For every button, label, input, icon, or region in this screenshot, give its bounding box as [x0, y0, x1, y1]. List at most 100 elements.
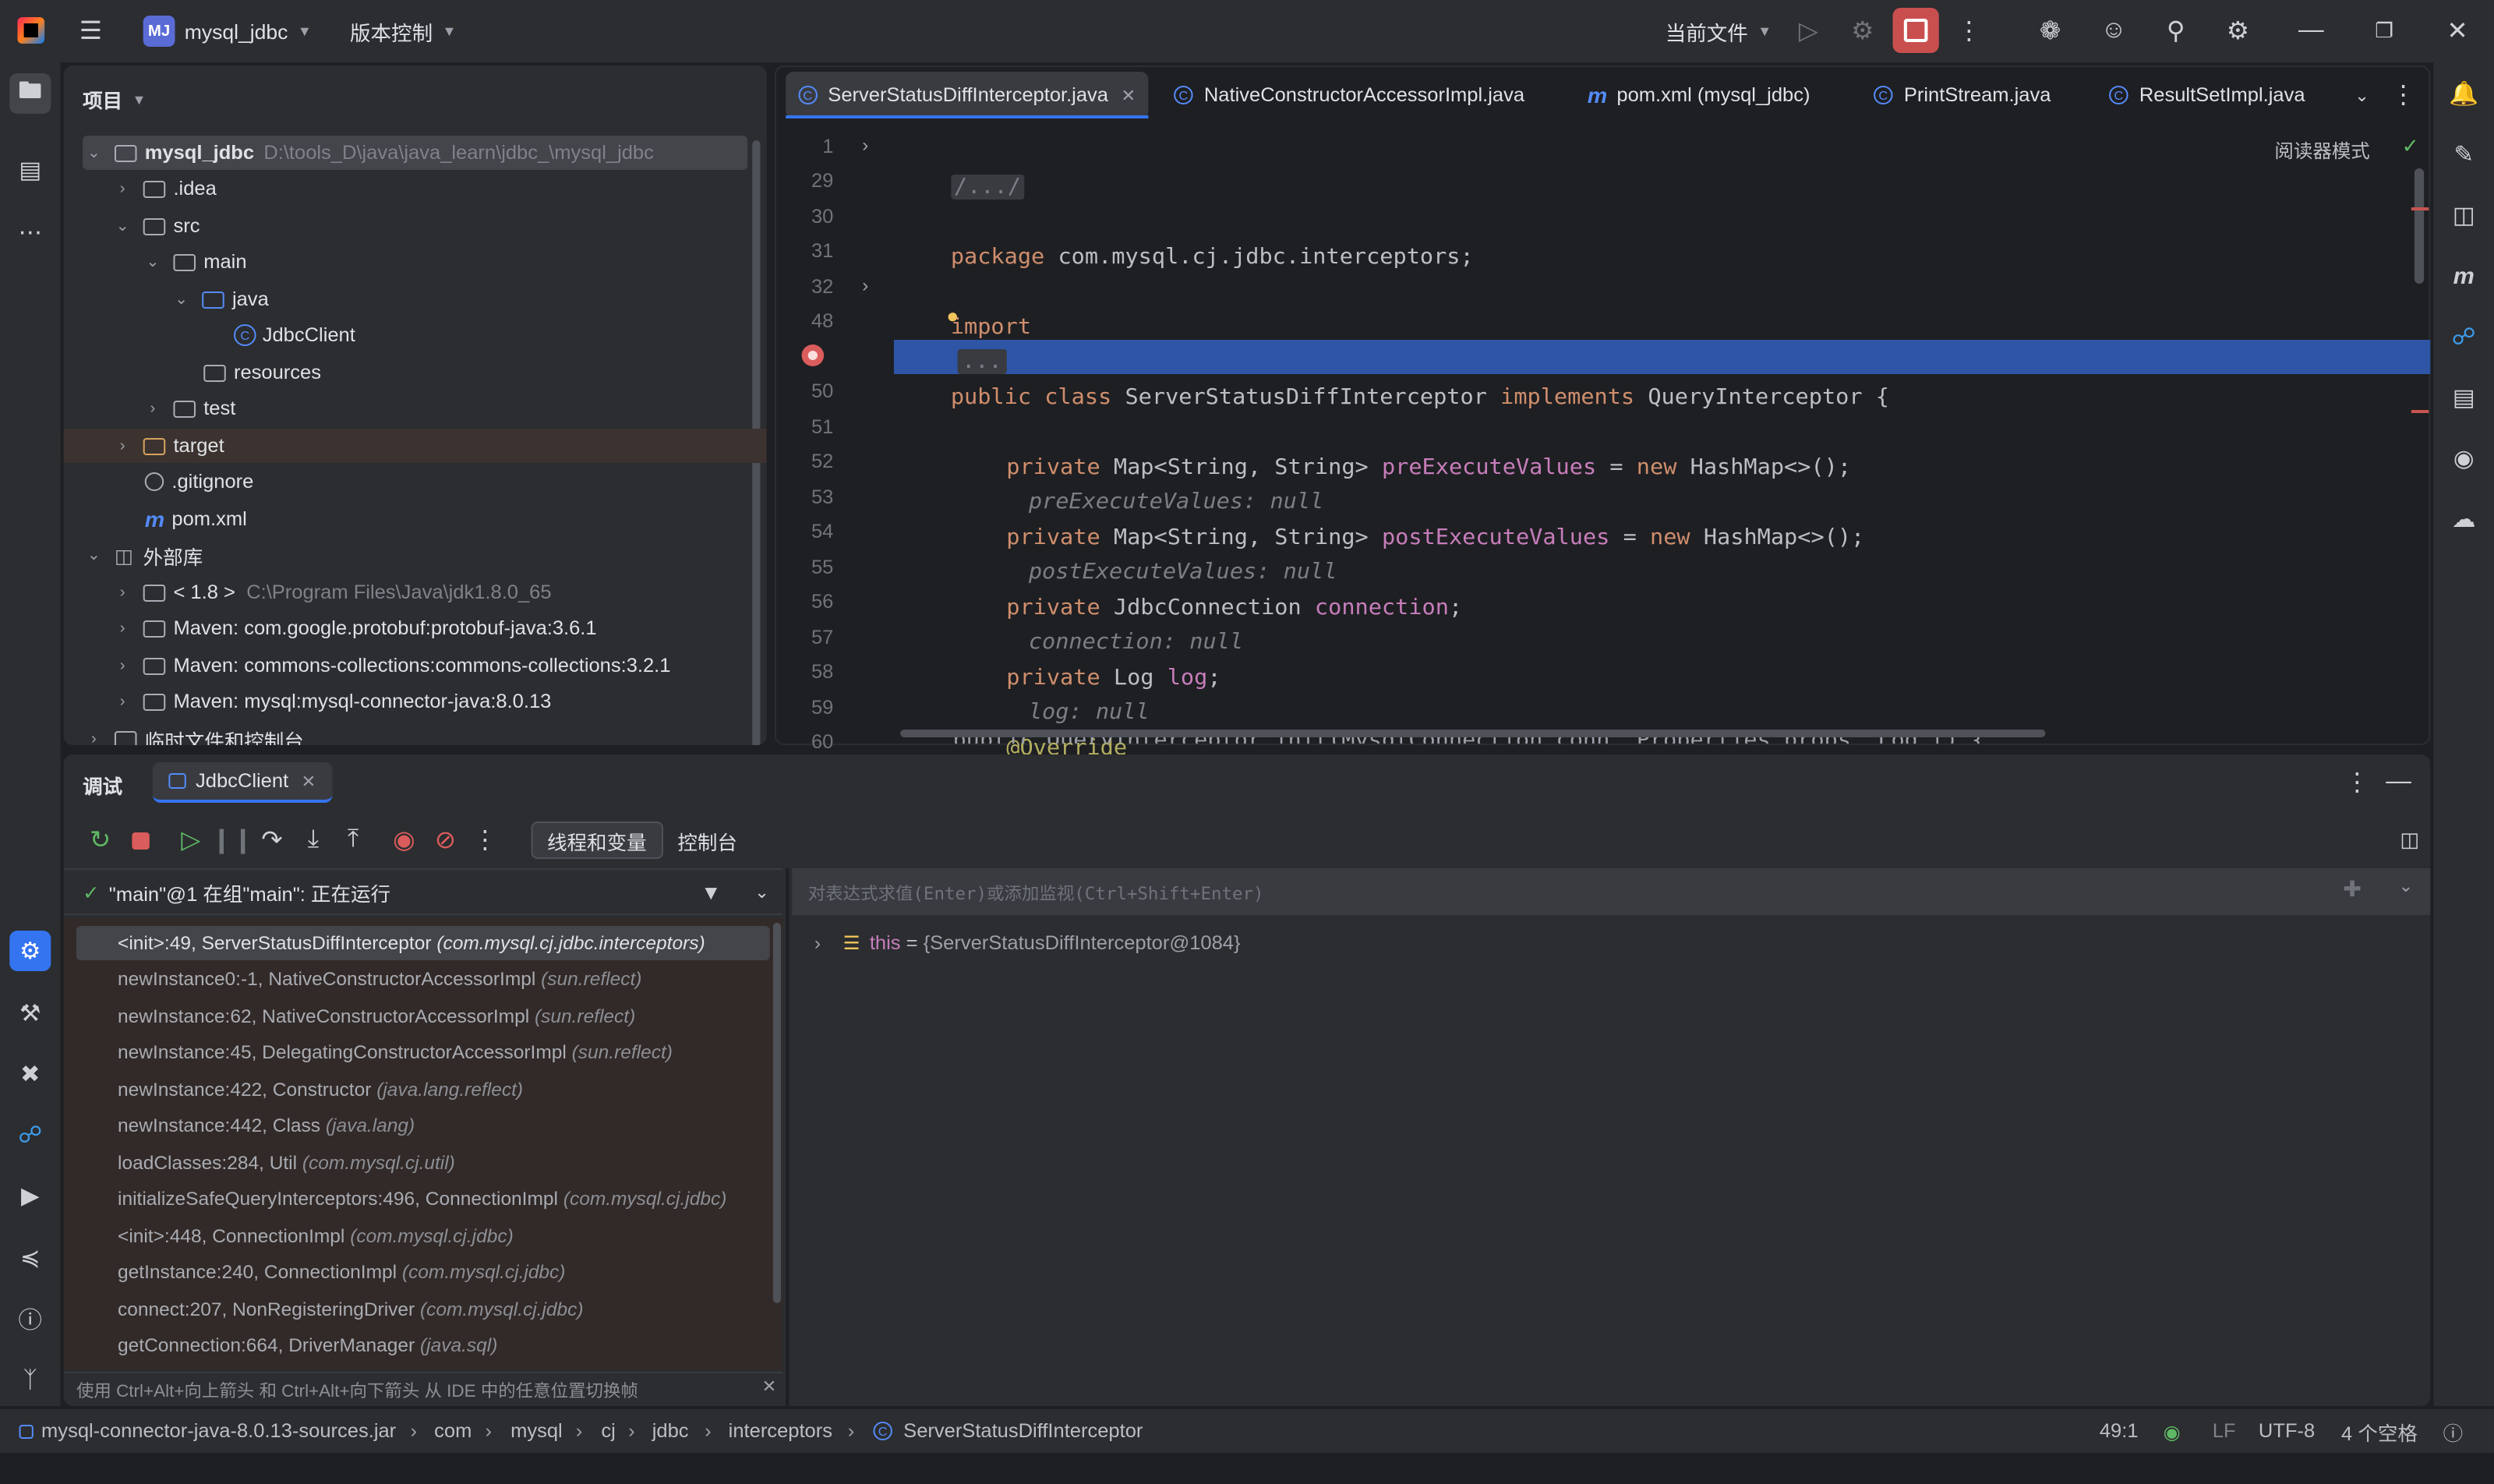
- thread-selector[interactable]: ✓ "main"@1 在组"main": 正在运行: [63, 868, 783, 915]
- run-icon[interactable]: ▷: [1788, 11, 1829, 51]
- tab-threads-variables[interactable]: 线程和变量: [531, 822, 663, 859]
- minimize-icon[interactable]: —: [2291, 11, 2332, 51]
- project-switcher[interactable]: MJ mysql_jdbc ▼: [143, 12, 312, 50]
- tabs-dropdown-icon[interactable]: ⌄: [2341, 75, 2383, 115]
- tree-row-external-libs[interactable]: ⌄ ◫ 外部库: [83, 538, 767, 572]
- tree-row-main[interactable]: ⌄ main: [142, 245, 767, 279]
- project-folder-icon[interactable]: 🖿: [9, 73, 51, 114]
- pause-icon[interactable]: ❙❙: [211, 820, 254, 860]
- rerun-icon[interactable]: ↻: [79, 820, 121, 860]
- breadcrumb-com[interactable]: com: [434, 1415, 472, 1447]
- app-logo-icon[interactable]: [17, 17, 45, 44]
- stop-button[interactable]: [1892, 8, 1939, 53]
- tree-row-maven-collections[interactable]: › Maven: commons-collections:commons-col…: [111, 648, 767, 683]
- tree-row-resources[interactable]: resources: [203, 355, 766, 390]
- problems-icon[interactable]: ⓘ: [9, 1298, 51, 1339]
- view-breakpoints-icon[interactable]: ◉: [383, 820, 425, 860]
- tab-serverstatusdiffinterceptor[interactable]: C ServerStatusDiffInterceptor.java ✕: [786, 72, 1149, 118]
- settings-gear-icon[interactable]: ⚙: [2217, 11, 2259, 51]
- tabs-more-icon[interactable]: ⋮: [2383, 75, 2424, 115]
- more-debug-actions-icon[interactable]: ⋮: [465, 820, 506, 860]
- close-hint-icon[interactable]: ✕: [762, 1376, 777, 1397]
- add-user-icon[interactable]: ☺: [2093, 11, 2135, 51]
- stack-frame[interactable]: connect:207, NonRegisteringDriver (com.m…: [76, 1292, 770, 1327]
- run-tool-icon[interactable]: ▶: [9, 1175, 51, 1216]
- code-line-30[interactable]: package com.mysql.cj.jdbc.interceptors;: [897, 206, 2494, 270]
- breadcrumb-mysql[interactable]: mysql: [510, 1415, 563, 1447]
- error-stripe-marker[interactable]: [2411, 410, 2429, 413]
- more-actions-icon[interactable]: ⋮: [1948, 11, 1990, 51]
- tree-row-maven-mysql[interactable]: › Maven: mysql:mysql-connector-java:8.0.…: [111, 684, 767, 719]
- stack-frame[interactable]: newInstance:45, DelegatingConstructorAcc…: [76, 1035, 770, 1069]
- project-panel-header[interactable]: 项目 ▼: [83, 84, 147, 114]
- tab-pom-xml[interactable]: m pom.xml (mysql_jdbc): [1574, 72, 1822, 118]
- terminal-icon[interactable]: ≼: [9, 1238, 51, 1278]
- stack-frame[interactable]: newInstance:62, NativeConstructorAccesso…: [76, 999, 770, 1034]
- tree-row-test[interactable]: › test: [142, 391, 767, 426]
- run-config-select[interactable]: 当前文件 ▼: [1666, 12, 1772, 50]
- inspection-widget-icon[interactable]: ◉: [2163, 1415, 2180, 1447]
- close-tab-icon[interactable]: ✕: [301, 771, 316, 791]
- code-line-49[interactable]: public class ServerStatusDiffInterceptor…: [897, 346, 2494, 410]
- hide-panel-icon[interactable]: —: [2378, 762, 2419, 803]
- tree-row-jdbcclient[interactable]: C JdbcClient: [233, 318, 767, 352]
- code-line-57[interactable]: private Log log; log: null: [952, 627, 2494, 725]
- breakpoint-icon[interactable]: [801, 344, 825, 366]
- notifications-bell-icon[interactable]: 🔔: [2443, 73, 2485, 114]
- variable-row-this[interactable]: › ☰ this = {ServerStatusDiffInterceptor@…: [792, 926, 2430, 960]
- tree-row-target[interactable]: › target: [63, 429, 767, 463]
- structure-icon[interactable]: ▤: [9, 150, 51, 190]
- code-line-1[interactable]: /.../: [897, 136, 2494, 200]
- debug-tool-icon[interactable]: ⚙: [9, 931, 51, 971]
- thread-dropdown-chevron-icon[interactable]: ⌄: [741, 871, 782, 912]
- tree-row-java[interactable]: ⌄ java: [170, 282, 766, 316]
- stack-frame[interactable]: newInstance0:-1, NativeConstructorAccess…: [76, 962, 770, 996]
- debug-bug-icon[interactable]: ⚙: [1842, 11, 1883, 51]
- step-out-icon[interactable]: ⤒: [333, 820, 374, 860]
- tree-row-gitignore[interactable]: .gitignore: [144, 465, 767, 499]
- chevron-right-icon[interactable]: ›: [814, 932, 837, 954]
- stack-frame[interactable]: <init>:448, ConnectionImpl (com.mysql.cj…: [76, 1219, 770, 1253]
- file-encoding[interactable]: UTF-8: [2259, 1415, 2315, 1447]
- add-watch-icon[interactable]: ✚: [2343, 876, 2362, 903]
- ai-assistant-icon[interactable]: ❁: [2029, 11, 2071, 51]
- step-into-icon[interactable]: ⤓: [293, 820, 334, 860]
- build-hammer-icon[interactable]: ⚒: [9, 993, 51, 1034]
- close-window-icon[interactable]: ✕: [2437, 11, 2478, 51]
- breadcrumb-jar[interactable]: mysql-connector-java-8.0.13-sources.jar: [19, 1415, 396, 1447]
- tab-resultsetimpl[interactable]: C ResultSetImpl.java: [2097, 72, 2318, 118]
- breadcrumb-jdbc[interactable]: jdbc: [652, 1415, 689, 1447]
- restore-window-icon[interactable]: ❐: [2364, 11, 2405, 51]
- close-tab-icon[interactable]: ✕: [1121, 85, 1136, 105]
- tree-row-jdk[interactable]: › < 1.8 > C:\Program Files\Java\jdk1.8.0…: [111, 575, 767, 610]
- filter-icon[interactable]: ▼: [691, 871, 732, 912]
- main-menu-icon[interactable]: ☰: [70, 11, 111, 51]
- mute-breakpoints-icon[interactable]: ⊘: [425, 820, 466, 860]
- stack-frame[interactable]: getConnection:664, DriverManager (java.s…: [76, 1328, 770, 1362]
- lock-readonly-icon[interactable]: ⓘ: [2443, 1415, 2464, 1447]
- tree-row-scratches[interactable]: › 临时文件和控制台: [83, 722, 767, 745]
- stop-icon[interactable]: [119, 820, 161, 860]
- breadcrumb-cj[interactable]: cj: [601, 1415, 615, 1447]
- stack-frame[interactable]: initializeSafeQueryInterceptors:496, Con…: [76, 1182, 770, 1216]
- search-icon[interactable]: ⚲: [2155, 11, 2196, 51]
- tree-row-idea[interactable]: › .idea: [111, 171, 767, 206]
- services-tools-icon[interactable]: ✖: [9, 1054, 51, 1094]
- panel-splitter[interactable]: [786, 868, 790, 1406]
- fold-chevron-icon[interactable]: ›: [862, 134, 868, 156]
- indent-setting[interactable]: 4 个空格: [2341, 1415, 2418, 1447]
- folded-comment[interactable]: /.../: [950, 175, 1025, 200]
- code-line-32[interactable]: import ...: [897, 276, 2494, 374]
- stack-frame[interactable]: newInstance:422, Constructor (java.lang.…: [76, 1072, 770, 1107]
- dependencies-icon[interactable]: ☍: [9, 1115, 51, 1155]
- stack-frame[interactable]: getInstance:240, ConnectionImpl (com.mys…: [76, 1255, 770, 1289]
- stack-frame-selected[interactable]: <init>:49, ServerStatusDiffInterceptor (…: [76, 926, 770, 960]
- debug-session-tab[interactable]: JdbcClient ✕: [152, 762, 332, 803]
- code-line-53[interactable]: private Map<String, String> postExecuteV…: [952, 486, 2494, 585]
- step-over-icon[interactable]: ↷: [251, 820, 292, 860]
- eval-history-chevron-icon[interactable]: ⌄: [2399, 876, 2414, 896]
- tree-row-pom[interactable]: m pom.xml: [145, 502, 767, 536]
- code-line-59[interactable]: @Override: [952, 697, 2494, 761]
- breadcrumb-interceptors[interactable]: interceptors: [729, 1415, 832, 1447]
- tree-row-root[interactable]: ⌄ mysql_jdbc D:\tools_D\java\java_learn\…: [83, 136, 748, 170]
